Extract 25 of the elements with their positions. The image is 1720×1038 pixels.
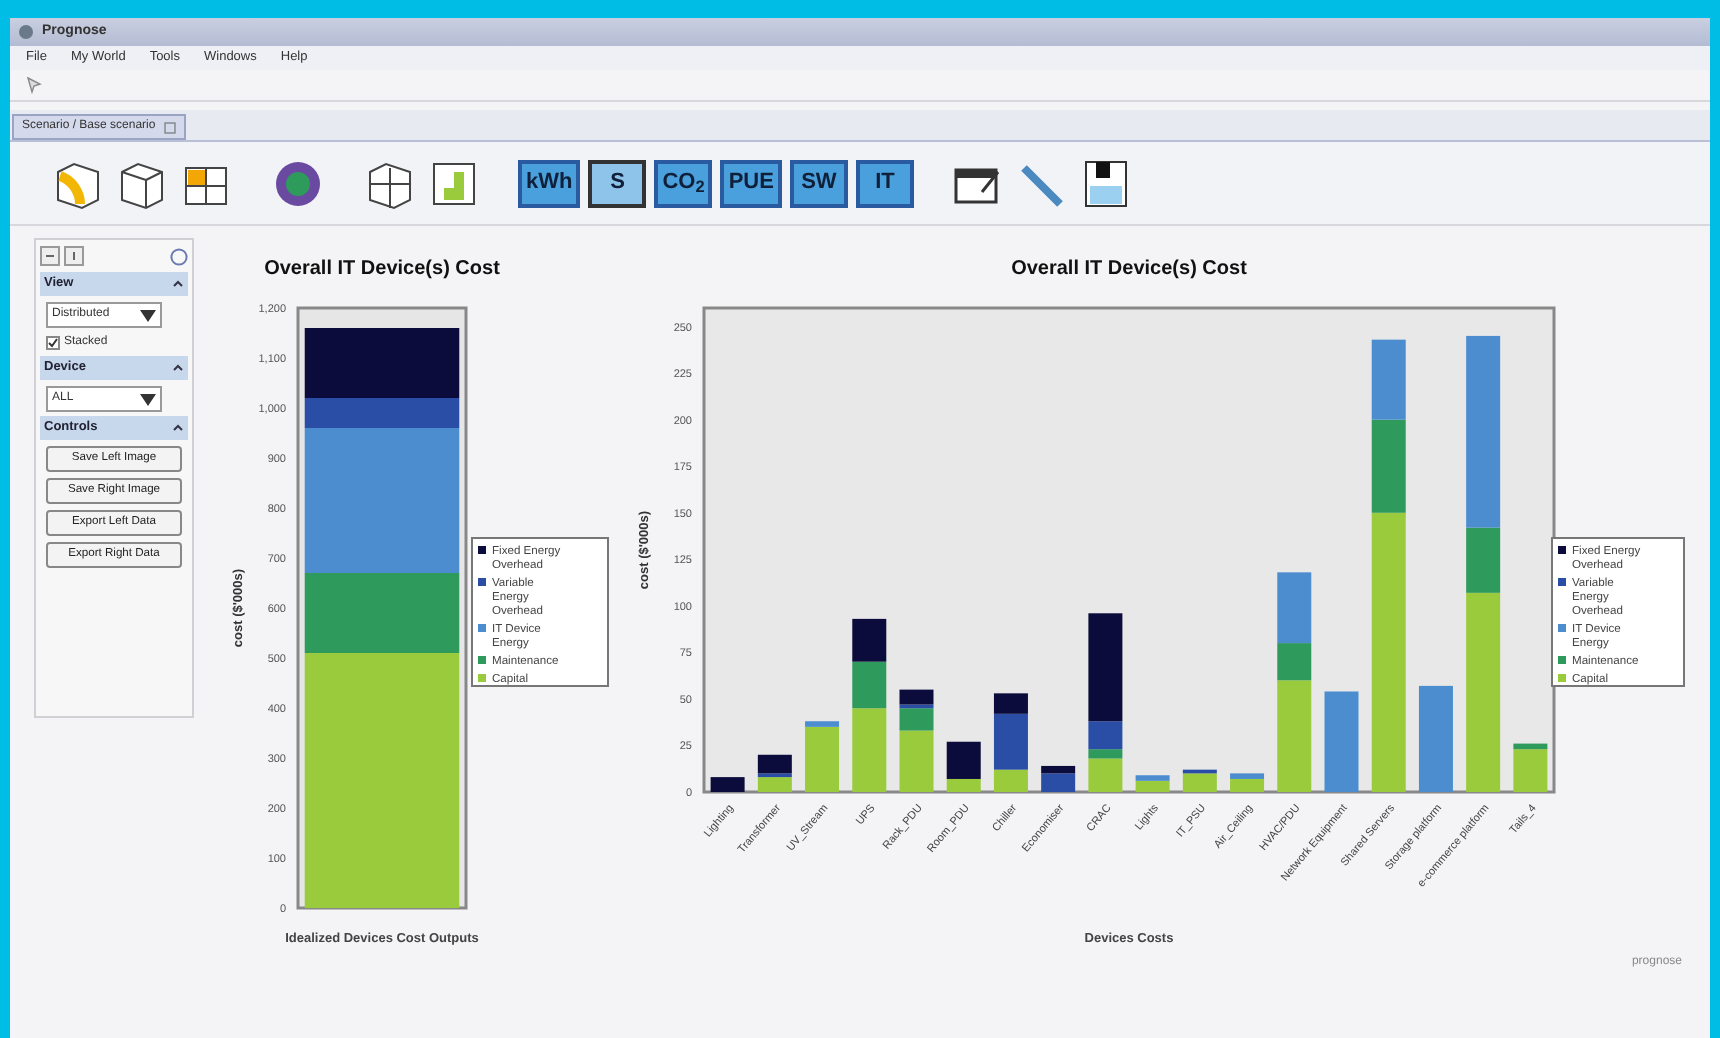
chevron-icon[interactable] <box>172 422 184 434</box>
chevron-icon[interactable] <box>172 278 184 290</box>
help-icon[interactable] <box>170 247 188 265</box>
metric-button[interactable]: PUE <box>720 159 782 207</box>
app-icon <box>18 24 34 40</box>
chart-title: Overall IT Device(s) Cost <box>264 258 500 280</box>
caret-icon <box>140 309 156 321</box>
cursor-icon[interactable] <box>26 76 44 94</box>
bar-segment <box>1371 339 1406 420</box>
chevron-icon[interactable] <box>172 362 184 374</box>
expand-icon[interactable] <box>40 246 60 266</box>
close-icon[interactable] <box>163 121 176 133</box>
metric-button[interactable]: S <box>588 159 647 207</box>
chart-title: Overall IT Device(s) Cost <box>1011 258 1247 280</box>
metric-button[interactable]: IT <box>855 159 914 207</box>
metric-button[interactable]: CO$_{2}$ <box>654 159 713 207</box>
bar-segment <box>852 618 887 662</box>
bar-segment <box>1324 691 1359 792</box>
caret-icon <box>140 393 156 405</box>
bar-segment <box>1418 685 1453 792</box>
metric-button[interactable]: SW <box>789 159 848 207</box>
checkbox[interactable] <box>46 336 60 350</box>
metric-button[interactable]: kWh <box>518 159 581 207</box>
collapse-icon[interactable] <box>64 246 84 266</box>
bar-segment <box>710 777 745 792</box>
